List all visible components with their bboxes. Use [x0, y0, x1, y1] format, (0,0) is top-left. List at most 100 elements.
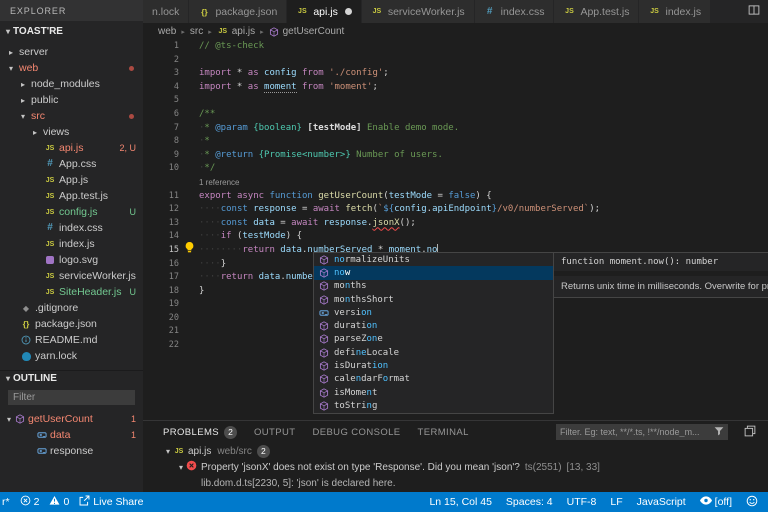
chevron-right-icon[interactable]: ▸: [6, 48, 16, 57]
suggestion-isMoment[interactable]: isMoment: [314, 386, 553, 399]
code-line-13[interactable]: 13····const data = await response.jsonX(…: [143, 217, 768, 231]
tree-item-index.js[interactable]: JSindex.js: [0, 236, 143, 252]
suggestion-toString[interactable]: toString: [314, 399, 553, 412]
workspace-root-row[interactable]: ▾ TOAST'RE: [0, 23, 143, 40]
suggestion-now[interactable]: now: [314, 266, 553, 279]
tab-n.lock[interactable]: n.lock: [143, 0, 189, 23]
codelens-references[interactable]: 1 reference: [143, 176, 768, 190]
outline-item-getUserCount[interactable]: ▾getUserCount1: [0, 411, 143, 427]
outline-item-data[interactable]: data1: [0, 427, 143, 443]
line-number[interactable]: 19: [143, 298, 179, 312]
tab-index.css[interactable]: #index.css: [475, 0, 555, 23]
panel-tab-debug-console[interactable]: DEBUG CONSOLE: [312, 427, 400, 438]
line-number[interactable]: 10: [143, 162, 179, 176]
tree-item-App.js[interactable]: JSApp.js: [0, 172, 143, 188]
suggestion-duration[interactable]: duration: [314, 319, 553, 332]
line-number[interactable]: 14: [143, 230, 179, 244]
line-number[interactable]: 20: [143, 312, 179, 326]
line-number[interactable]: 15: [143, 244, 179, 258]
tree-item-README.md[interactable]: README.md: [0, 332, 143, 348]
tab-serviceWorker.js[interactable]: JSserviceWorker.js: [362, 0, 475, 23]
status-linter-status[interactable]: [off]: [700, 496, 732, 508]
status-feedback[interactable]: [746, 495, 758, 510]
tree-item-node_modules[interactable]: ▸node_modules: [0, 76, 143, 92]
code-line-4[interactable]: 4import * as moment from 'moment';: [143, 81, 768, 95]
chevron-down-icon[interactable]: ▾: [3, 27, 13, 36]
suggestion-calendarFormat[interactable]: calendarFormat: [314, 373, 553, 386]
line-number[interactable]: 21: [143, 325, 179, 339]
problems-filter-input[interactable]: [560, 427, 714, 437]
tree-item-serviceWorker.js[interactable]: JSserviceWorker.js: [0, 268, 143, 284]
line-number[interactable]: 8: [143, 135, 179, 149]
chevron-right-icon[interactable]: ▸: [18, 96, 28, 105]
status-encoding[interactable]: UTF-8: [567, 496, 597, 508]
tree-item-yarn.lock[interactable]: yarn.lock: [0, 348, 143, 364]
status-language-mode[interactable]: JavaScript: [637, 496, 686, 508]
chevron-down-icon[interactable]: ▾: [6, 64, 16, 73]
problems-filter[interactable]: [556, 424, 728, 440]
code-line-11[interactable]: 11export async function getUserCount(tes…: [143, 190, 768, 204]
line-number[interactable]: 22: [143, 339, 179, 353]
tab-index.js[interactable]: JSindex.js: [639, 0, 711, 23]
breadcrumb-item-web[interactable]: web: [158, 26, 176, 37]
chevron-down-icon[interactable]: ▾: [3, 374, 13, 383]
outline-header[interactable]: ▾ OUTLINE: [0, 370, 143, 386]
chevron-down-icon[interactable]: ▾: [163, 447, 173, 456]
code-line-10[interactable]: 10·*/: [143, 162, 768, 176]
tree-item-App.css[interactable]: #App.css: [0, 156, 143, 172]
code-line-7[interactable]: 7·* @param {boolean} [testMode] Enable d…: [143, 122, 768, 136]
problem-error-row[interactable]: ▾Property 'jsonX' does not exist on type…: [143, 459, 768, 475]
panel-tab-terminal[interactable]: TERMINAL: [418, 427, 469, 438]
tree-item-views[interactable]: ▸views: [0, 124, 143, 140]
line-number[interactable]: 3: [143, 67, 179, 81]
line-number[interactable]: 17: [143, 271, 179, 285]
code-line-14[interactable]: 14····if (testMode) {: [143, 230, 768, 244]
line-number[interactable]: 13: [143, 217, 179, 231]
suggestion-normalizeUnits[interactable]: normalizeUnits: [314, 253, 553, 266]
tree-item-api.js[interactable]: JSapi.js2, U: [0, 140, 143, 156]
chevron-down-icon[interactable]: ▾: [18, 112, 28, 121]
tree-item-config.js[interactable]: JSconfig.jsU: [0, 204, 143, 220]
tree-item-App.test.js[interactable]: JSApp.test.js: [0, 188, 143, 204]
chevron-down-icon[interactable]: ▾: [176, 463, 186, 472]
status-indentation[interactable]: Spaces: 4: [506, 496, 553, 508]
tree-item-logo.svg[interactable]: logo.svg: [0, 252, 143, 268]
suggestion-version[interactable]: version: [314, 306, 553, 319]
tree-item-index.css[interactable]: #index.css: [0, 220, 143, 236]
status-live-share[interactable]: Live Share: [79, 495, 143, 509]
tree-item-package.json[interactable]: {}package.json: [0, 316, 143, 332]
code-line-1[interactable]: 1// @ts-check: [143, 40, 768, 54]
lightbulb-icon[interactable]: [185, 242, 194, 259]
breadcrumb-item-api.js[interactable]: JSapi.js: [217, 26, 255, 37]
code-line-2[interactable]: 2: [143, 54, 768, 68]
problem-related-row[interactable]: lib.dom.d.ts[2230, 5]: 'json' is declare…: [143, 475, 768, 491]
line-number[interactable]: 1: [143, 40, 179, 54]
suggestion-parseZone[interactable]: parseZone: [314, 333, 553, 346]
split-editor-icon[interactable]: [748, 3, 760, 21]
outline-filter-input[interactable]: [8, 390, 135, 405]
line-number[interactable]: 2: [143, 54, 179, 68]
line-number[interactable]: 4: [143, 81, 179, 95]
status-cursor-position[interactable]: Ln 15, Col 45: [429, 496, 491, 508]
code-line-8[interactable]: 8·*: [143, 135, 768, 149]
status-branch-indicator[interactable]: r*: [2, 496, 10, 508]
status-eol[interactable]: LF: [610, 496, 622, 508]
panel-tab-output[interactable]: OUTPUT: [254, 427, 295, 438]
problem-file-row[interactable]: ▾JSapi.jsweb/src2: [143, 443, 768, 459]
status-problems-errors[interactable]: 2: [20, 495, 40, 509]
tab-package.json[interactable]: {}package.json: [189, 0, 287, 23]
suggestion-isDuration[interactable]: isDuration: [314, 359, 553, 372]
line-number[interactable]: 7: [143, 122, 179, 136]
tree-item-.gitignore[interactable]: ◆.gitignore: [0, 300, 143, 316]
panel-tab-problems[interactable]: PROBLEMS2: [163, 426, 237, 439]
line-number[interactable]: 11: [143, 190, 179, 204]
code-line-5[interactable]: 5: [143, 94, 768, 108]
outline-item-response[interactable]: response: [0, 443, 143, 459]
tree-item-server[interactable]: ▸server: [0, 44, 143, 60]
chevron-right-icon[interactable]: ▸: [18, 80, 28, 89]
line-number[interactable]: 16: [143, 258, 179, 272]
tab-api.js[interactable]: JSapi.js: [287, 0, 362, 23]
suggestion-defineLocale[interactable]: defineLocale: [314, 346, 553, 359]
tab-App.test.js[interactable]: JSApp.test.js: [554, 0, 639, 23]
line-number[interactable]: 6: [143, 108, 179, 122]
